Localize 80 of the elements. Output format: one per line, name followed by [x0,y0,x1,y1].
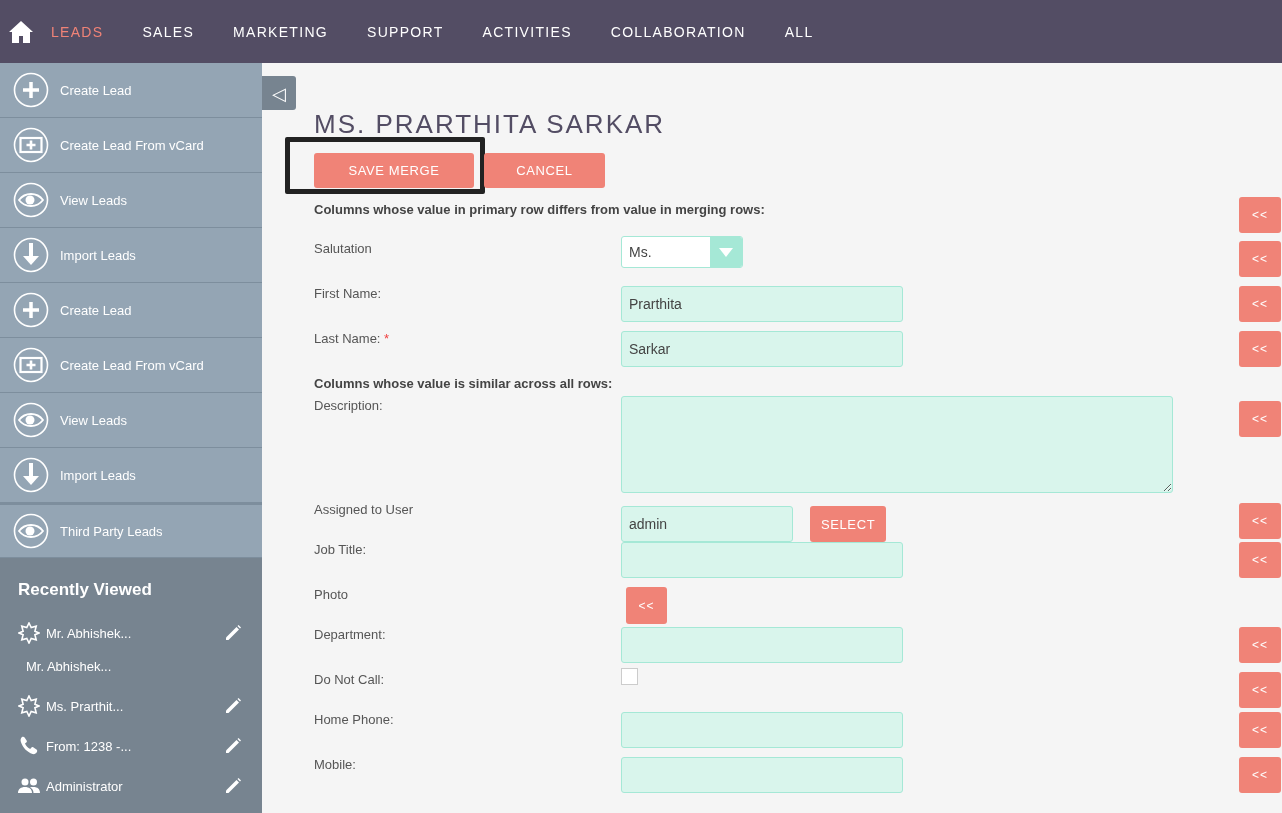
nav-tab[interactable]: COLLABORATION [610,23,746,40]
recent-item[interactable]: Mr. Abhishek... [26,658,242,674]
merge-button[interactable]: << [1239,672,1281,708]
field-label: Job Title: [314,542,368,557]
plus-circle-icon [13,72,49,108]
sidebar-action[interactable]: Create Lead From vCard [0,118,262,173]
eye-icon [13,513,49,549]
sidebar-action[interactable]: View Leads [0,393,262,448]
record-title: MS. PRARTHITA SARKAR [314,108,667,141]
star-burst-icon [18,622,40,644]
recent-item[interactable]: Mr. Abhishek... [46,625,218,641]
checkbox[interactable] [621,668,638,685]
merge-button[interactable]: << [1239,712,1281,748]
field-label: Description: [314,397,384,413]
star-burst-icon [18,695,40,717]
merge-button[interactable]: << [1239,503,1281,539]
merge-button[interactable]: << [1239,286,1281,322]
cancel-button[interactable]: CANCEL [484,153,605,188]
text-field[interactable] [621,757,903,793]
merge-button[interactable]: << [1239,757,1281,793]
field-label: Assigned to User [314,502,414,517]
text-field[interactable] [621,627,903,663]
eye-icon [13,182,49,218]
phone-icon [18,735,40,757]
arrow-down-circle-icon [13,237,49,273]
text-field[interactable] [621,712,903,748]
text-field[interactable]: Prarthita [621,286,903,322]
nav-tab[interactable]: MARKETING [233,23,328,40]
sidebar-action[interactable]: Import Leads [0,228,262,283]
field-label: Home Phone: [314,712,395,727]
sidebar-action[interactable]: Create Lead [0,63,262,118]
home-icon[interactable] [9,20,33,43]
merge-button[interactable]: << [1239,241,1281,277]
recent-item[interactable]: Administrator [46,778,218,794]
nav-tab[interactable]: SUPPORT [367,23,444,40]
pencil-icon[interactable] [224,777,242,795]
user-field[interactable]: admin [621,506,793,542]
field-label: Photo [314,587,349,602]
field-label: Department: [314,627,387,642]
merge-button[interactable]: << [1239,627,1281,663]
sidebar-action[interactable]: Import Leads [0,448,262,503]
section-heading: Columns whose value in primary row differs from value in merging rows: [314,201,766,217]
eye-icon [13,402,49,438]
nav-tab[interactable]: ALL [784,23,814,40]
pencil-icon[interactable] [224,697,242,715]
select-button[interactable]: SELECT [810,506,887,542]
merge-button[interactable]: << [626,587,667,624]
recent-item[interactable]: From: 1238 -... [46,738,218,754]
save-merge-button[interactable]: SAVE MERGE [314,153,474,188]
pencil-icon[interactable] [224,624,242,642]
field-label: Do Not Call: [314,672,386,687]
merge-button[interactable]: << [1239,197,1281,233]
nav-tab[interactable]: SALES [142,23,195,40]
pencil-icon[interactable] [224,737,242,755]
field-label: Last Name: * [314,331,391,346]
merge-button[interactable]: << [1239,401,1281,437]
card-plus-icon [13,347,49,383]
salutation-dropdown[interactable]: Ms. [621,236,743,268]
field-label: Mobile: [314,757,357,772]
description-field[interactable] [621,396,1173,493]
field-label: Salutation [314,241,373,256]
merge-button[interactable]: << [1239,542,1281,578]
recently-viewed-heading: Recently Viewed [18,580,153,600]
sidebar-action[interactable]: View Leads [0,173,262,228]
text-field[interactable]: Sarkar [621,331,903,367]
caret-icon [719,247,733,257]
plus-circle-icon [13,292,49,328]
collapse-button[interactable]: ◁ [262,76,296,110]
recent-item[interactable]: Ms. Prarthit... [46,698,218,714]
sidebar-action[interactable]: Create Lead From vCard [0,338,262,393]
merge-button[interactable]: << [1239,331,1281,367]
sidebar-action[interactable]: Third Party Leads [0,503,262,558]
nav-tab[interactable]: ACTIVITIES [482,23,572,40]
section-heading: Columns whose value is similar across all rows: [314,376,614,391]
text-field[interactable] [621,542,903,578]
field-label: First Name: [314,286,383,301]
nav-tab[interactable]: LEADS [51,23,104,40]
card-plus-icon [13,127,49,163]
sidebar-action[interactable]: Create Lead [0,283,262,338]
arrow-down-circle-icon [13,457,49,493]
